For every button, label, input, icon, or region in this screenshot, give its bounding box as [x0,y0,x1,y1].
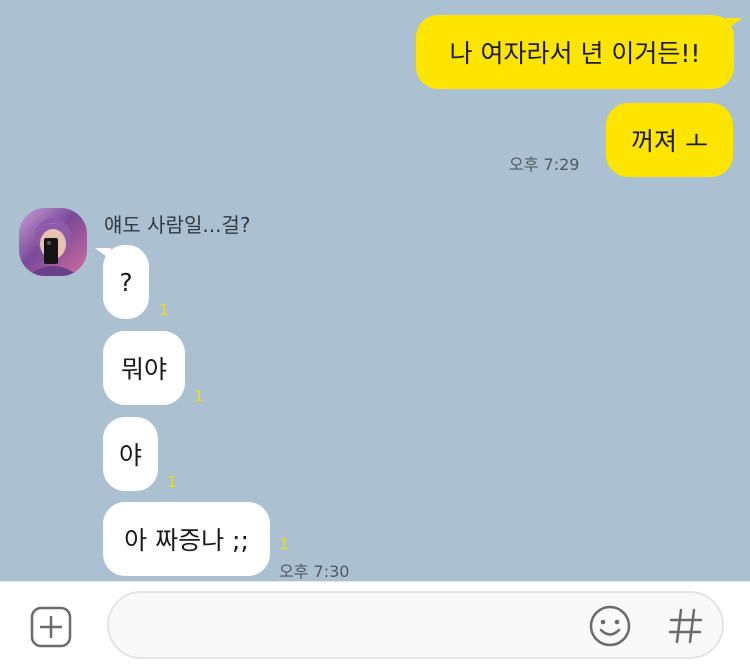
received-message-bubble[interactable]: ? [103,245,149,319]
message-text: 야 [118,441,142,470]
sent-message-bubble[interactable]: 꺼져 ㅗ [606,103,733,177]
avatar[interactable] [19,208,87,276]
message-time: 오후 7:30 [279,562,350,581]
sender-name: 얘도 사람일...걸? [104,213,251,237]
message-input-bar [0,581,750,668]
unread-count: 1 [167,473,177,491]
hash-icon [668,608,703,644]
received-message-bubble[interactable]: 뭐야 [103,331,185,405]
avatar-photo [27,218,79,276]
emoji-smile-icon [589,605,631,647]
plus-square-icon [30,606,72,648]
message-text: 뭐야 [120,355,167,384]
unread-count: 1 [194,387,204,405]
message-text: 나 여자라서 년 이거든!! [449,39,701,68]
received-message-bubble[interactable]: 아 짜증나 ;; [103,502,270,576]
unread-count: 1 [159,301,169,319]
sent-message-bubble[interactable]: 나 여자라서 년 이거든!! [416,15,734,89]
attach-button[interactable] [30,606,72,648]
received-message-bubble[interactable]: 야 [103,417,158,491]
unread-count: 1 [279,535,289,553]
emoji-button[interactable] [588,604,632,648]
chat-area[interactable]: 나 여자라서 년 이거든!! 꺼져 ㅗ 오후 7:29 얘도 사람일...걸? … [0,0,750,581]
message-text: ? [119,267,133,297]
message-text: 아 짜증나 ;; [124,526,249,555]
message-time: 오후 7:29 [509,155,580,174]
hashtag-button[interactable] [666,606,706,646]
message-text: 꺼져 ㅗ [631,127,708,156]
bubble-tail [726,18,742,30]
